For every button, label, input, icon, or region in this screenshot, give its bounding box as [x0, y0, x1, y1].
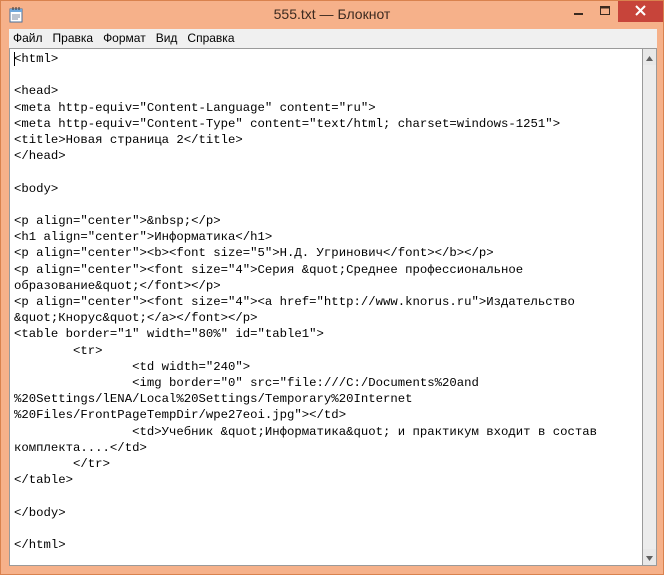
close-button[interactable]: [618, 1, 663, 22]
document-text[interactable]: <html> <head> <meta http-equiv="Content-…: [14, 51, 626, 553]
menu-help[interactable]: Справка: [182, 29, 239, 48]
chevron-down-icon: [646, 548, 653, 566]
minimize-button[interactable]: [565, 1, 592, 22]
chevron-up-icon: [646, 48, 653, 66]
minimize-icon: [573, 3, 584, 21]
maximize-icon: [600, 3, 610, 21]
notepad-window: 555.txt — Блокнот Файл Правка Формат Вид…: [0, 0, 664, 575]
window-frame-bottom: [1, 566, 663, 574]
text-caret: [14, 52, 15, 66]
maximize-button[interactable]: [592, 1, 618, 22]
menu-file[interactable]: Файл: [9, 29, 48, 48]
menu-view[interactable]: Вид: [151, 29, 183, 48]
close-icon: [635, 3, 646, 21]
text-editor[interactable]: <html> <head> <meta http-equiv="Content-…: [9, 48, 643, 566]
scroll-down-button[interactable]: [643, 549, 656, 565]
vertical-scrollbar[interactable]: [643, 48, 657, 566]
title-bar[interactable]: 555.txt — Блокнот: [1, 1, 663, 29]
scroll-up-button[interactable]: [643, 49, 656, 65]
menu-bar: Файл Правка Формат Вид Справка: [9, 29, 657, 48]
scroll-track[interactable]: [643, 65, 656, 549]
window-title: 555.txt — Блокнот: [273, 6, 391, 22]
menu-edit[interactable]: Правка: [48, 29, 99, 48]
menu-format[interactable]: Формат: [98, 29, 151, 48]
